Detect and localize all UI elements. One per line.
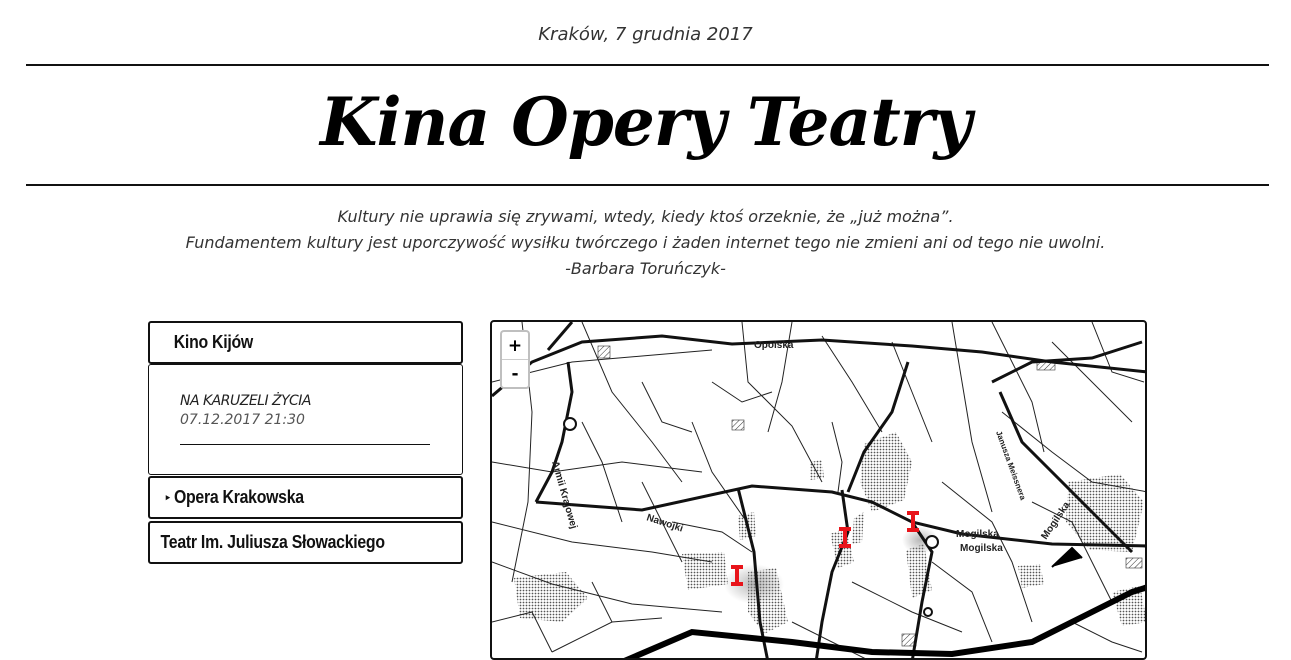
event-title[interactable]: NA KARUZELI ŻYCIA (180, 393, 311, 409)
roundabout (923, 607, 933, 617)
roundabout (925, 535, 939, 549)
city-map[interactable]: Opolska Armii Krajowej Nawojki Mogilska … (490, 320, 1147, 660)
roundabout (563, 417, 577, 431)
venue-kino-kijow[interactable]: Kino Kijów (148, 321, 463, 364)
venue-header[interactable]: ▸ Opera Krakowska (150, 478, 424, 516)
quote-author: -Barbara Toruńczyk- (565, 259, 726, 278)
venue-header[interactable]: Teatr Im. Juliusza Słowackiego (150, 523, 424, 561)
caret-right-icon: ▸ (165, 491, 170, 502)
dateline: Kraków, 7 grudnia 2017 (538, 24, 753, 45)
bottom-divider (26, 184, 1269, 186)
zoom-in-button[interactable]: + (502, 332, 528, 359)
venue-teatr-slowackiego[interactable]: Teatr Im. Juliusza Słowackiego (148, 521, 463, 564)
event-divider (180, 444, 430, 445)
zoom-control: + - (500, 330, 530, 389)
venue-label: Opera Krakowska (173, 486, 304, 507)
venue-header[interactable]: Kino Kijów (150, 323, 424, 361)
event-card[interactable]: NA KARUZELI ŻYCIA 07.12.2017 21:30 (148, 364, 463, 475)
street-label: Opolska (754, 340, 794, 351)
quote: Kultury nie uprawia się zrywami, wtedy, … (0, 204, 1291, 282)
quote-line-2: Fundamentem kultury jest uporczywość wys… (185, 233, 1106, 252)
event-datetime: 07.12.2017 21:30 (180, 412, 305, 428)
street-label: Nawojki (645, 512, 685, 534)
venue-label: Kino Kijów (173, 331, 253, 352)
map-marker-icon[interactable] (839, 527, 851, 549)
street-label: Mogilska (960, 543, 1003, 554)
river-branch (1051, 546, 1083, 568)
map-marker-icon[interactable] (907, 511, 919, 533)
page-title: Kina Opery Teatry (320, 83, 972, 161)
map-tiles[interactable]: Opolska Armii Krajowej Nawojki Mogilska … (492, 322, 1147, 660)
street-label: Mogilska (956, 529, 999, 540)
zoom-out-button[interactable]: - (502, 359, 528, 387)
major-roads (492, 322, 1145, 658)
quote-line-1: Kultury nie uprawia się zrywami, wtedy, … (337, 207, 954, 226)
street-labels: Opolska Armii Krajowej Nawojki Mogilska … (549, 340, 1073, 554)
venue-opera-krakowska[interactable]: ▸ Opera Krakowska (148, 476, 463, 519)
venue-label: Teatr Im. Juliusza Słowackiego (160, 531, 385, 552)
map-marker-icon[interactable] (731, 565, 743, 587)
top-divider (26, 64, 1269, 66)
